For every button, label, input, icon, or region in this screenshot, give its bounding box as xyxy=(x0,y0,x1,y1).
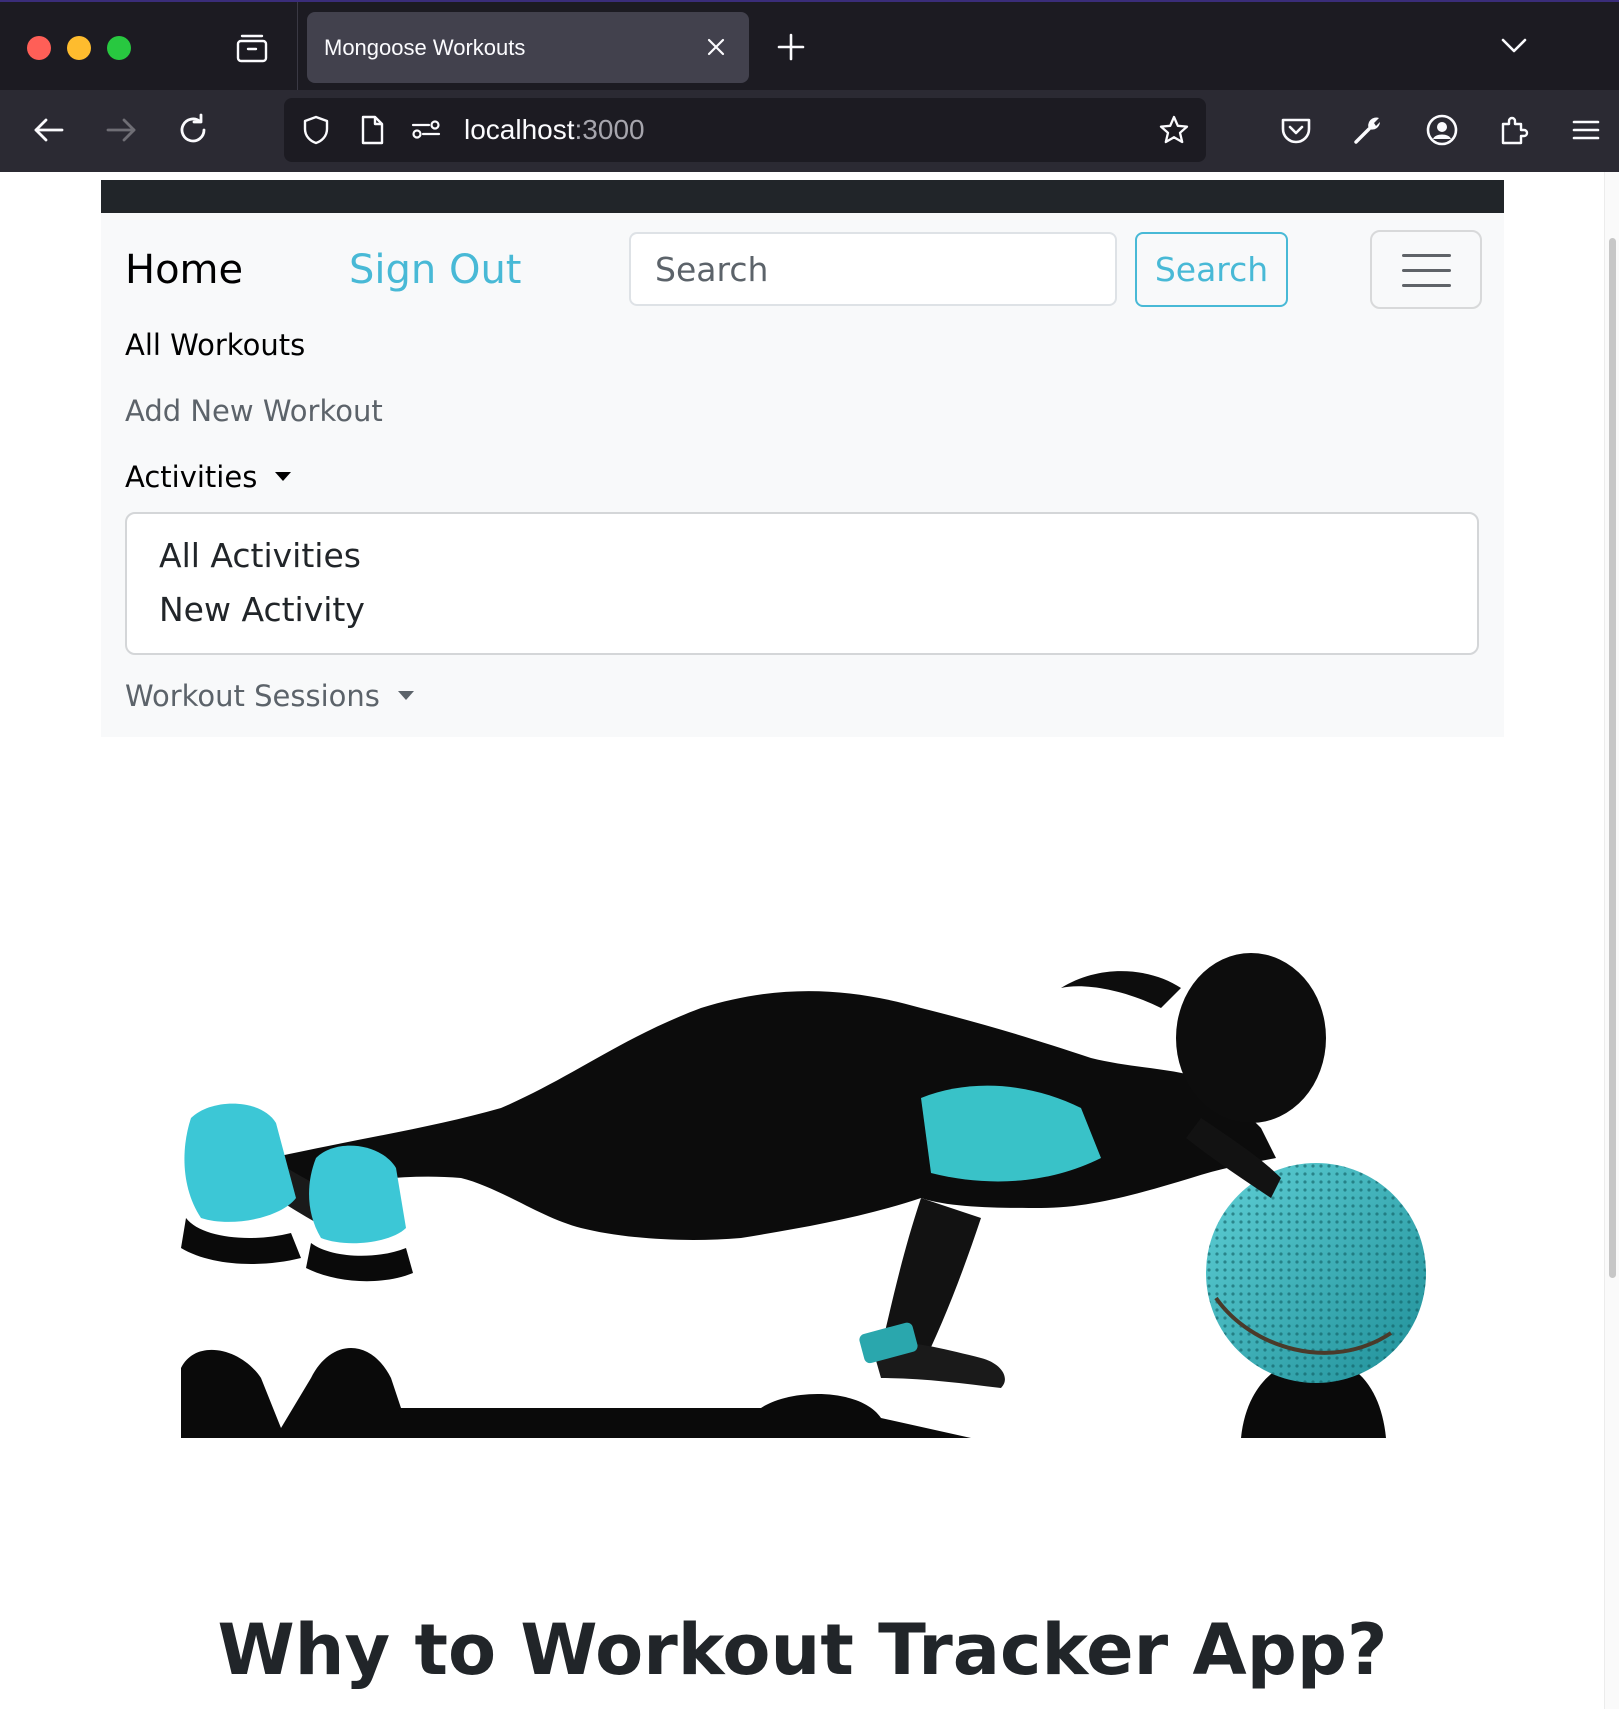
nav-all-workouts[interactable]: All Workouts xyxy=(125,328,305,362)
shield-icon[interactable] xyxy=(300,114,332,146)
dropdown-item-new-activity[interactable]: New Activity xyxy=(159,590,365,629)
address-bar[interactable]: localhost:3000 xyxy=(284,98,1206,162)
minimize-window-button[interactable] xyxy=(67,36,91,60)
caret-down-icon xyxy=(275,471,292,481)
sign-out-link[interactable]: Sign Out xyxy=(349,247,521,293)
url-port: :3000 xyxy=(574,114,645,145)
scrollbar[interactable] xyxy=(1604,172,1619,1709)
activities-dropdown-menu: All Activities New Activity xyxy=(125,512,1479,655)
main-navbar: Home Sign Out Search All Workouts Add Ne… xyxy=(101,213,1504,737)
forward-arrow-icon[interactable] xyxy=(103,112,139,148)
caret-down-icon xyxy=(397,690,414,700)
hamburger-icon xyxy=(1402,254,1451,257)
pocket-icon[interactable] xyxy=(1278,112,1314,148)
bookmark-star-icon[interactable] xyxy=(1158,114,1190,146)
url-host: localhost xyxy=(464,114,575,145)
tab-title: Mongoose Workouts xyxy=(324,35,526,60)
zoom-window-button[interactable] xyxy=(107,36,131,60)
nav-workout-sessions-dropdown[interactable]: Workout Sessions xyxy=(125,679,414,713)
browser-tab[interactable]: Mongoose Workouts xyxy=(307,12,749,83)
nav-activities-dropdown[interactable]: Activities xyxy=(125,460,292,494)
tab-manager-icon[interactable] xyxy=(236,33,268,63)
close-window-button[interactable] xyxy=(27,36,51,60)
top-dark-bar xyxy=(101,180,1504,213)
home-link[interactable]: Home xyxy=(125,247,243,293)
back-arrow-icon[interactable] xyxy=(31,112,67,148)
browser-toolbar: localhost:3000 xyxy=(0,90,1619,173)
browser-tab-strip: Mongoose Workouts xyxy=(0,0,1619,92)
page-icon xyxy=(361,115,384,145)
menu-icon[interactable] xyxy=(1568,112,1604,148)
reload-icon[interactable] xyxy=(175,112,211,148)
scrollbar-thumb[interactable] xyxy=(1609,238,1616,1278)
chevron-down-icon[interactable] xyxy=(1500,34,1528,56)
search-input[interactable] xyxy=(629,232,1117,306)
hero-workout-image xyxy=(101,738,1504,1458)
search-button[interactable]: Search xyxy=(1135,232,1288,307)
navbar-toggle-button[interactable] xyxy=(1370,230,1482,309)
permissions-icon[interactable] xyxy=(410,114,442,146)
tab-strip-divider xyxy=(297,2,298,92)
close-tab-icon[interactable] xyxy=(705,36,727,58)
new-tab-icon[interactable] xyxy=(776,32,806,62)
nav-add-new-workout[interactable]: Add New Workout xyxy=(125,394,383,428)
account-icon[interactable] xyxy=(1424,112,1460,148)
workout-sessions-label: Workout Sessions xyxy=(125,679,380,713)
url-text[interactable]: localhost:3000 xyxy=(464,98,645,162)
activities-label: Activities xyxy=(125,460,258,494)
dropdown-item-all-activities[interactable]: All Activities xyxy=(159,536,361,575)
page-heading: Why to Workout Tracker App? xyxy=(217,1609,1388,1691)
page-viewport: Home Sign Out Search All Workouts Add Ne… xyxy=(0,172,1619,1709)
wrench-icon[interactable] xyxy=(1350,112,1386,148)
extensions-icon[interactable] xyxy=(1496,112,1532,148)
